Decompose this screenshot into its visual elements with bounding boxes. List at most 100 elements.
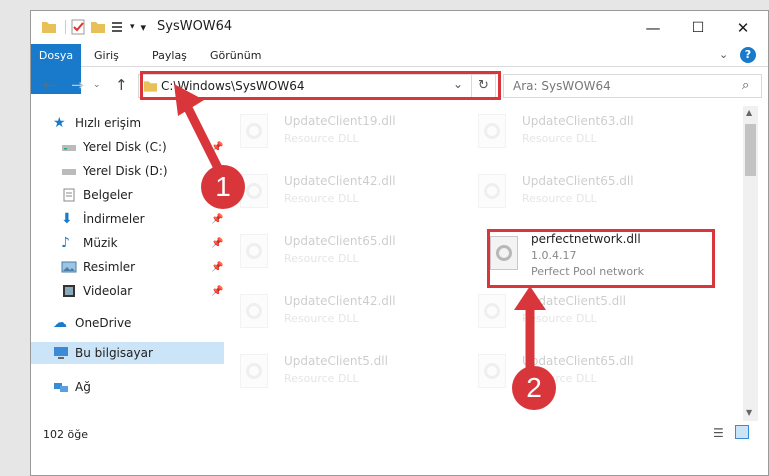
file-name: UpdateClient65.dll [284, 234, 396, 248]
drive-icon [62, 145, 76, 151]
dll-file-icon [478, 294, 506, 328]
sidebar-item-label: Ağ [75, 380, 91, 394]
search-icon[interactable]: ⌕ [742, 78, 749, 93]
pin-icon[interactable]: 📌 [211, 238, 223, 249]
document-icon [63, 188, 75, 202]
sidebar-item-label: Belgeler [83, 188, 133, 202]
sidebar-item-local-disk-d[interactable]: Yerel Disk (D:) [61, 160, 168, 182]
step1-badge: 1 [201, 165, 245, 209]
chevron-down-icon[interactable]: ▾ [130, 22, 135, 32]
video-icon [63, 285, 75, 297]
search-placeholder[interactable]: Ara: SysWOW64 [513, 79, 611, 93]
file-type: Resource DLL [284, 372, 359, 385]
sidebar-item-documents[interactable]: Belgeler [61, 184, 133, 206]
sidebar-item-label: Hızlı erişim [75, 116, 142, 130]
file-type: Resource DLL [284, 192, 359, 205]
close-button[interactable]: ✕ [721, 11, 765, 44]
list-item[interactable]: UpdateClient5.dll Resource DLL [464, 290, 694, 340]
sidebar-item-downloads[interactable]: ⬇ İndirmeler [61, 208, 145, 230]
network-icon [54, 383, 68, 392]
sidebar-item-label: Bu bilgisayar [75, 346, 153, 360]
file-type: Resource DLL [284, 312, 359, 325]
folder-icon[interactable] [41, 19, 57, 35]
file-type: Resource DLL [522, 192, 597, 205]
properties-icon[interactable] [70, 19, 86, 35]
item-count: 102 öğe [43, 428, 88, 441]
scroll-up-icon[interactable]: ▲ [746, 108, 752, 117]
dll-file-icon [478, 174, 506, 208]
recent-locations-icon[interactable]: ⌄ [93, 80, 101, 90]
scrollbar-thumb[interactable] [745, 124, 756, 176]
dll-file-icon [240, 294, 268, 328]
step2-badge: 2 [512, 366, 556, 410]
list-item[interactable]: UpdateClient42.dll Resource DLL [226, 170, 456, 220]
sidebar-item-onedrive[interactable]: ☁ OneDrive [53, 312, 131, 334]
sidebar-item-pictures[interactable]: Resimler [61, 256, 135, 278]
pictures-icon [61, 261, 77, 273]
file-name: UpdateClient42.dll [284, 294, 396, 308]
sidebar-item-label: Müzik [83, 236, 118, 250]
tab-home[interactable]: Giriş [81, 44, 132, 67]
sidebar-item-this-pc[interactable]: Bu bilgisayar [31, 342, 224, 364]
status-bar: 102 öğe ☰ [31, 421, 768, 445]
download-icon: ⬇ [61, 211, 73, 227]
sidebar-item-music[interactable]: ♪ Müzik [61, 232, 118, 254]
list-item[interactable]: UpdateClient19.dll Resource DLL [226, 110, 456, 160]
back-arrow-icon[interactable]: ← [43, 76, 56, 94]
tab-share[interactable]: Paylaş [139, 44, 200, 67]
tab-view[interactable]: Görünüm [197, 44, 274, 67]
list-item[interactable]: UpdateClient65.dll Resource DLL [464, 170, 694, 220]
sidebar-item-network[interactable]: Ağ [53, 376, 91, 398]
file-name: UpdateClient19.dll [284, 114, 396, 128]
sidebar-item-label: Videolar [83, 284, 133, 298]
file-type: Resource DLL [522, 132, 597, 145]
list-item[interactable]: UpdateClient65.dll Resource DLL [226, 230, 456, 280]
file-name: UpdateClient63.dll [522, 114, 634, 128]
sidebar-item-local-disk-c[interactable]: Yerel Disk (C:) [61, 136, 167, 158]
sidebar-item-label: İndirmeler [83, 212, 145, 226]
details-view-icon[interactable]: ☰ [713, 426, 724, 440]
dropdown-icon[interactable]: ▾ [141, 21, 147, 34]
list-item[interactable]: UpdateClient63.dll Resource DLL [464, 110, 694, 160]
help-icon[interactable]: ? [740, 47, 756, 63]
file-type: Resource DLL [284, 132, 359, 145]
list-item[interactable]: UpdateClient5.dll Resource DLL [226, 350, 456, 400]
file-name: UpdateClient5.dll [284, 354, 388, 368]
music-icon: ♪ [61, 235, 70, 251]
list-item[interactable]: UpdateClient65.dll Resource DLL [464, 350, 694, 400]
search-box[interactable]: Ara: SysWOW64 ⌕ [503, 74, 762, 98]
expand-ribbon-icon[interactable]: ⌄ [719, 48, 728, 61]
customize-toolbar-icon[interactable] [110, 19, 126, 35]
pin-icon[interactable]: 📌 [211, 214, 223, 225]
dll-file-icon [478, 114, 506, 148]
computer-icon [54, 347, 68, 359]
star-icon: ★ [53, 115, 66, 131]
dll-file-icon [240, 234, 268, 268]
file-highlight [487, 229, 715, 288]
file-name: UpdateClient65.dll [522, 174, 634, 188]
file-type: Resource DLL [284, 252, 359, 265]
scroll-down-icon[interactable]: ▼ [746, 408, 752, 417]
pin-icon[interactable]: 📌 [211, 286, 223, 297]
cloud-icon: ☁ [53, 315, 67, 331]
step2-arrow-icon [514, 286, 546, 373]
dll-file-icon [240, 354, 268, 388]
up-arrow-icon[interactable]: ↑ [115, 76, 128, 94]
pin-icon[interactable]: 📌 [211, 262, 223, 273]
vertical-scrollbar[interactable]: ▲ ▼ [743, 106, 758, 421]
tiles-view-icon[interactable] [735, 425, 749, 439]
window-title: SysWOW64 [157, 19, 233, 34]
forward-arrow-icon[interactable]: → [71, 76, 84, 94]
list-item[interactable]: UpdateClient42.dll Resource DLL [226, 290, 456, 340]
maximize-button[interactable]: ☐ [676, 11, 720, 44]
new-folder-icon[interactable] [90, 19, 106, 35]
sidebar-item-label: Yerel Disk (D:) [83, 164, 168, 178]
dll-file-icon [240, 114, 268, 148]
sidebar-item-quick-access[interactable]: ★ Hızlı erişim [53, 112, 141, 134]
sidebar-item-videos[interactable]: Videolar [61, 280, 132, 302]
minimize-button[interactable]: — [631, 11, 675, 44]
drive-icon [62, 169, 76, 175]
quick-access-toolbar: ▾ ▾ [41, 19, 146, 35]
title-bar: ▾ ▾ SysWOW64 — ☐ ✕ [31, 11, 768, 44]
ribbon-tabs: Dosya Giriş Paylaş Görünüm ⌄ ? [31, 44, 768, 94]
